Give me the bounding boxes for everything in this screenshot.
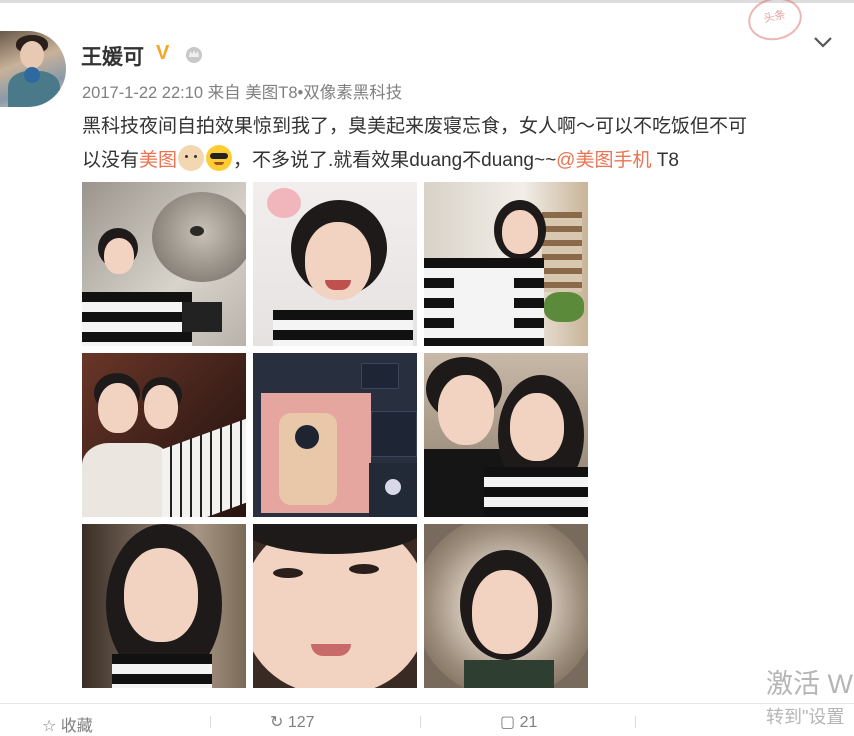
- divider: [210, 716, 211, 728]
- divider: [420, 716, 421, 728]
- star-icon: ☆: [42, 718, 57, 735]
- comment-icon: ▢: [500, 714, 516, 731]
- avatar[interactable]: [0, 31, 66, 107]
- post-meta[interactable]: 2017-1-22 22:10 来自 美图T8•双像素黑科技: [82, 79, 402, 103]
- post-line-2-prefix: 以没有: [82, 150, 140, 171]
- mention-link[interactable]: @美图手机: [556, 150, 651, 171]
- meitu-link[interactable]: 美图: [139, 150, 177, 171]
- headline-stamp: 头条: [744, 0, 806, 46]
- post-line-1: 黑科技夜间自拍效果惊到我了，臭美起来废寝忘食，女人啊～可以不吃饭但不可: [82, 116, 748, 137]
- comment-count: 21: [519, 714, 538, 731]
- repost-count: 127: [287, 714, 315, 731]
- photo-2[interactable]: [253, 182, 417, 346]
- photo-8[interactable]: [253, 524, 417, 688]
- activation-watermark: 激活 W: [766, 669, 853, 699]
- post-text: 黑科技夜间自拍效果惊到我了，臭美起来废寝忘食，女人啊～可以不吃饭但不可 以没有美…: [82, 110, 842, 178]
- photo-4[interactable]: [82, 353, 246, 517]
- action-bar: [0, 703, 854, 729]
- favorite-button[interactable]: ☆ 收藏: [42, 712, 93, 736]
- username[interactable]: 王媛可: [81, 41, 144, 71]
- comment-button[interactable]: ▢ 21: [500, 712, 537, 732]
- photo-7[interactable]: [82, 524, 246, 688]
- repost-button[interactable]: ↻ 127: [270, 712, 315, 732]
- crown-icon[interactable]: [184, 45, 204, 63]
- favorite-label: 收藏: [60, 718, 93, 735]
- repost-icon: ↻: [270, 714, 284, 731]
- post-line-2-suffix: T8: [651, 150, 679, 171]
- cat-emoji-icon: [178, 145, 205, 171]
- post-line-2-mid: ，不多说了.就看效果duang不duang~~: [233, 150, 557, 171]
- chevron-down-icon[interactable]: [812, 34, 834, 50]
- sunglasses-emoji-icon: [206, 145, 233, 171]
- divider: [635, 716, 636, 728]
- photo-1[interactable]: [82, 182, 246, 346]
- top-border: [0, 0, 854, 3]
- photo-9[interactable]: [424, 524, 588, 688]
- photo-6[interactable]: [424, 353, 588, 517]
- photo-5[interactable]: [253, 353, 417, 517]
- verified-badge-icon[interactable]: V: [156, 43, 176, 63]
- photo-3[interactable]: [424, 182, 588, 346]
